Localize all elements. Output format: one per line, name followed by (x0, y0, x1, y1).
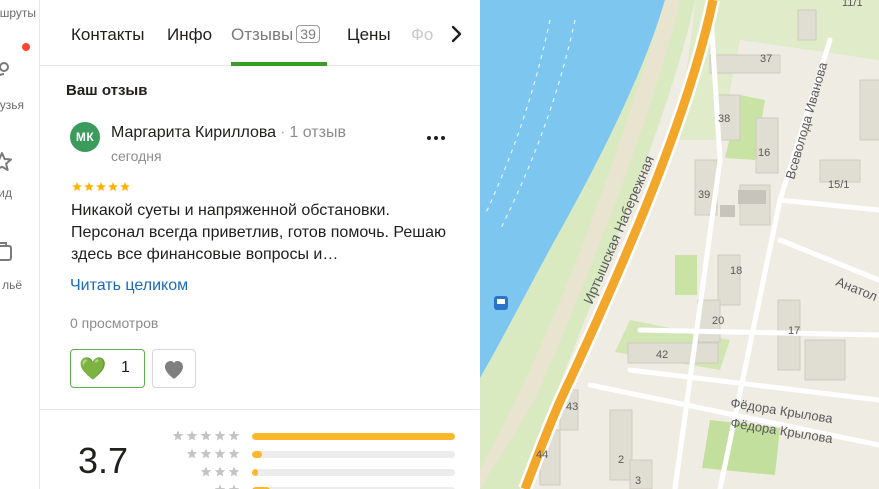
your-review-title: Ваш отзыв (66, 82, 148, 99)
avatar[interactable]: МК (70, 122, 100, 152)
more-options-icon[interactable] (424, 126, 448, 150)
review-rating-stars (71, 181, 135, 196)
sidebar-item-label: льё (2, 278, 22, 292)
read-more-link[interactable]: Читать целиком (70, 277, 188, 295)
star-icon (84, 182, 94, 192)
star-icon (172, 430, 184, 441)
tab-bar: Контакты Инфо Отзывы 39 Цены Фо (40, 0, 480, 66)
reviews-count-badge: 39 (296, 25, 320, 43)
house-number: 38 (718, 113, 730, 125)
review-author: Маргарита Кириллова · 1 отзыв (111, 124, 346, 142)
house-number: 37 (760, 53, 772, 65)
star-icon (228, 448, 240, 459)
star-icon (120, 182, 130, 192)
tab-contacts[interactable]: Контакты (71, 25, 144, 45)
heart-icon (165, 360, 183, 379)
house-number: 39 (698, 189, 710, 201)
house-number: 17 (788, 325, 800, 337)
rating-row-2[interactable] (168, 483, 468, 489)
notification-dot (22, 43, 30, 51)
rating-bar (252, 451, 455, 458)
rating-row-stars (214, 484, 240, 489)
star-icon (228, 430, 240, 441)
house-number: 16 (758, 147, 770, 159)
star-icon (72, 182, 82, 192)
map-view[interactable]: Иртышская Набережная Всеволода Иванова А… (480, 0, 879, 489)
star-icon (200, 448, 212, 459)
star-icon (200, 466, 212, 477)
author-review-count: 1 отзыв (289, 124, 346, 141)
star-icon (214, 430, 226, 441)
rating-row-stars (186, 448, 240, 459)
green-heart-icon: 💚 (79, 355, 107, 381)
section-divider (40, 409, 480, 410)
star-icon (186, 448, 198, 459)
star-icon (108, 182, 118, 192)
review-text: Никакой суеты и напряженной обстановки. … (71, 202, 447, 263)
friends-icon (0, 62, 9, 77)
chevron-right-icon[interactable] (444, 22, 468, 46)
tab-info[interactable]: Инфо (167, 25, 212, 45)
star-icon (214, 484, 226, 489)
star-icon (0, 152, 12, 171)
rating-bar (252, 469, 455, 476)
star-icon (214, 448, 226, 459)
star-icon (228, 484, 240, 489)
tab-prices[interactable]: Цены (347, 25, 391, 45)
tab-photos[interactable]: Фо (411, 25, 433, 45)
sidebar-item-label: ид (0, 186, 12, 200)
rating-bar-fill (252, 451, 263, 458)
separator-dot: · (280, 124, 286, 141)
house-number: 11/1 (842, 0, 863, 9)
house-number: 42 (656, 349, 668, 361)
rating-bar (252, 433, 455, 440)
house-number: 2 (618, 454, 624, 466)
house-number: 43 (566, 401, 578, 413)
briefcase-icon (0, 242, 12, 261)
house-number: 44 (536, 449, 548, 461)
average-rating: 3.7 (78, 440, 129, 481)
organization-panel: Контакты Инфо Отзывы 39 Цены Фо Ваш отзыв… (40, 0, 480, 489)
star-icon (200, 430, 212, 441)
rating-row-5[interactable] (168, 429, 468, 443)
sidebar-item-label: шруты (0, 6, 36, 20)
like-button[interactable]: 💚 1 (70, 349, 145, 388)
tab-reviews[interactable]: Отзывы 39 (231, 25, 320, 45)
star-icon (186, 430, 198, 441)
author-name[interactable]: Маргарита Кириллова (111, 124, 276, 141)
rating-bar-fill (252, 469, 259, 476)
star-icon (214, 466, 226, 477)
rating-row-3[interactable] (168, 465, 468, 479)
map-canvas[interactable]: Иртышская Набережная Всеволода Иванова А… (480, 0, 879, 489)
active-tab-underline (231, 62, 327, 66)
sidebar-item-label: узья (0, 98, 24, 112)
star-icon (228, 466, 240, 477)
review-date: сегодня (111, 148, 162, 164)
left-sidebar: шруты узья ид льё (0, 0, 40, 489)
rating-row-stars (172, 430, 240, 441)
rating-bar-fill (252, 433, 455, 440)
star-icon (96, 182, 106, 192)
house-number: 15/1 (828, 179, 849, 191)
dislike-button[interactable] (152, 349, 196, 388)
rating-row-stars (200, 466, 240, 477)
like-count: 1 (121, 359, 130, 376)
house-number: 3 (635, 475, 641, 487)
rating-row-4[interactable] (168, 447, 468, 461)
review-views: 0 просмотров (70, 315, 159, 331)
house-number: 20 (712, 315, 724, 327)
house-number: 18 (730, 265, 742, 277)
